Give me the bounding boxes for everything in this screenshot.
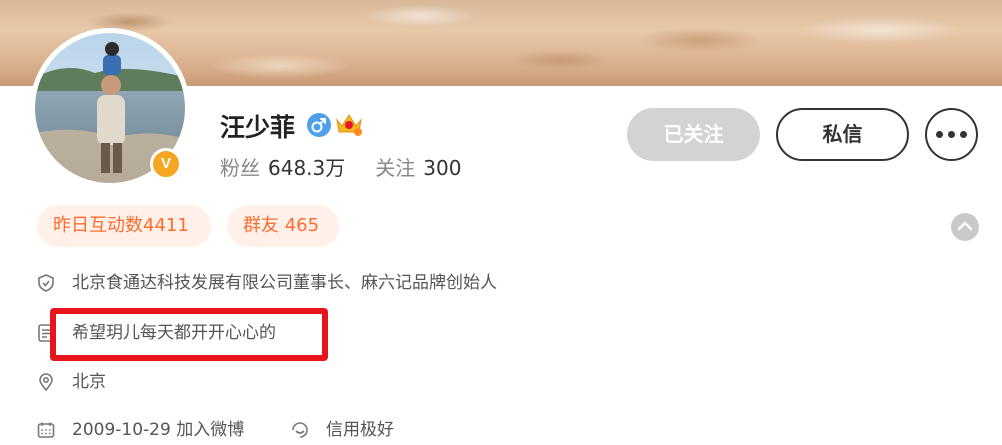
company-text: 北京食通达科技发展有限公司董事长、麻六记品牌创始人	[72, 273, 497, 293]
group-tag[interactable]: 群友 465	[227, 205, 339, 247]
profile-name: 汪少菲	[220, 113, 296, 142]
credit-text: 信用极好	[326, 420, 394, 440]
credit-icon	[290, 420, 310, 440]
following-count[interactable]: 300	[423, 156, 461, 180]
profile-stats: 粉丝 648.3万 关注 300	[220, 152, 461, 181]
interactions-tag[interactable]: 昨日互动数4411	[37, 205, 211, 247]
crown-icon[interactable]	[334, 110, 364, 138]
message-button[interactable]: 私信	[776, 108, 909, 161]
verified-badge-icon: V	[150, 148, 182, 180]
male-icon	[307, 113, 331, 137]
followed-button[interactable]: 已关注	[627, 108, 760, 161]
chevron-up-icon[interactable]	[951, 213, 979, 241]
more-icon[interactable]	[925, 108, 978, 161]
joined-text: 2009-10-29 加入微博	[72, 420, 245, 440]
followers-label: 粉丝	[220, 156, 260, 180]
following-label: 关注	[375, 156, 416, 180]
calendar-icon	[36, 420, 56, 440]
shield-icon	[36, 273, 56, 293]
bio-highlight-box	[50, 308, 328, 361]
location-text: 北京	[72, 372, 106, 392]
location-icon	[36, 372, 56, 392]
followers-count[interactable]: 648.3万	[268, 156, 345, 180]
